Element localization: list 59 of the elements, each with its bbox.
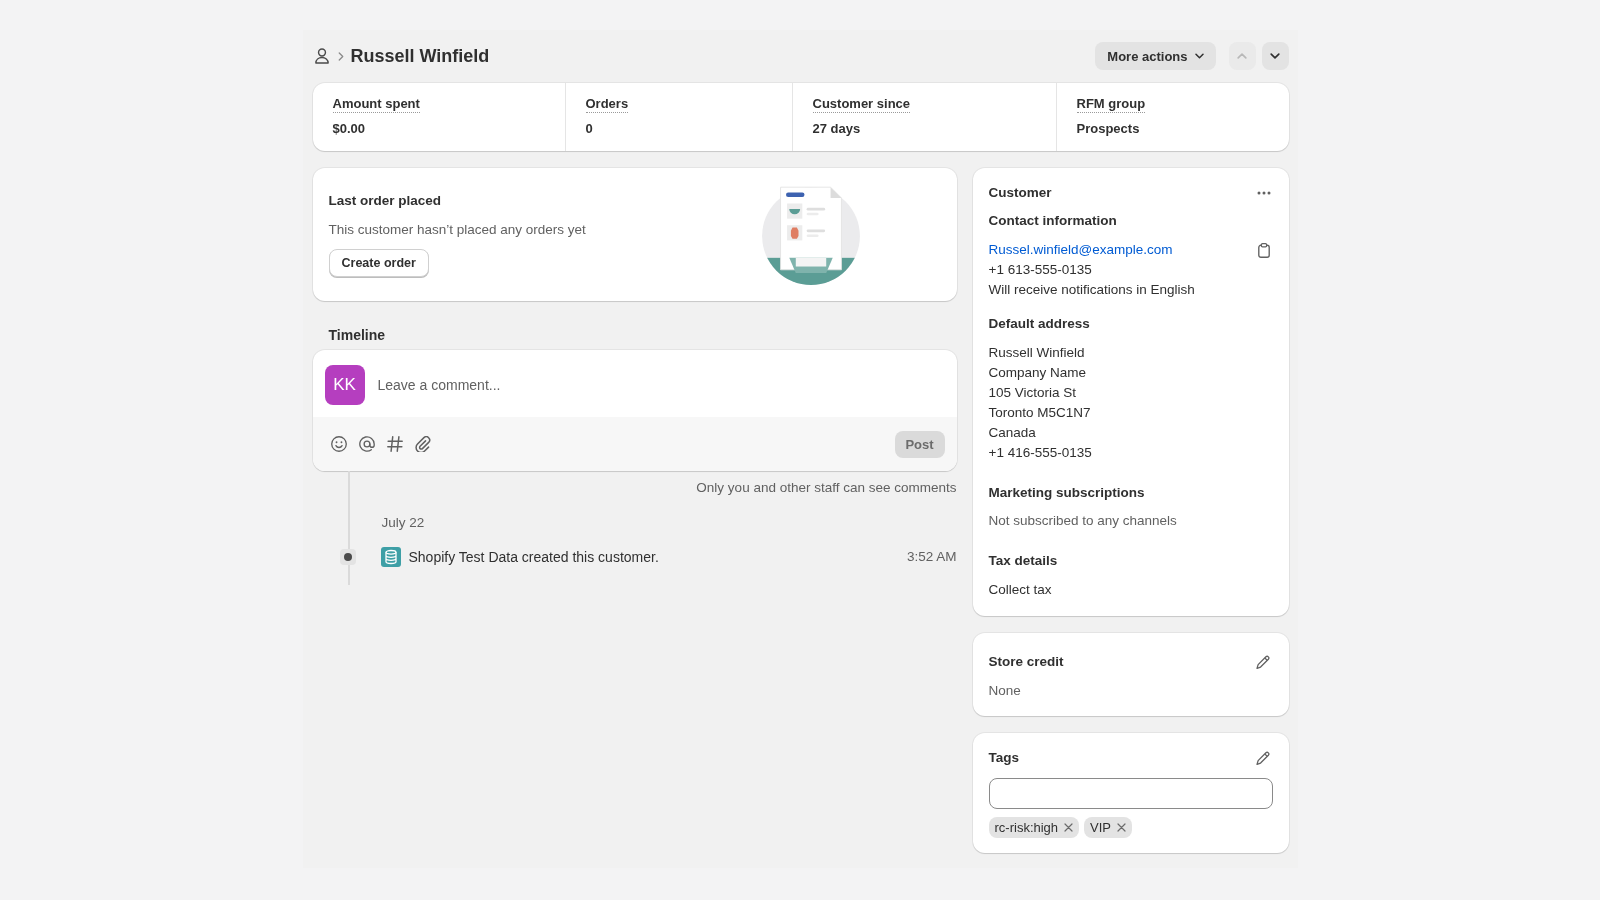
person-icon [314,48,329,64]
card-title: Customer [988,184,1052,202]
more-actions-button[interactable]: More actions [1095,42,1216,70]
next-button[interactable] [1261,42,1289,70]
stat-label: Customer since [812,95,911,113]
tag-label: rc-risk:high [994,819,1059,836]
close-icon[interactable] [1064,823,1074,832]
avatar: KK [324,365,365,405]
stat-label: RFM group [1076,95,1146,113]
card-title: Store credit [988,653,1064,671]
more-icon[interactable] [1256,191,1271,195]
empty-message: This customer hasn’t placed any orders yet [328,221,587,239]
comment-field[interactable]: Leave a comment... [377,375,945,395]
stat-value: $0.00 [332,120,367,138]
close-icon[interactable] [1117,823,1127,832]
section-heading: Tax details [988,552,1059,570]
tags-field[interactable] [988,778,1273,809]
pencil-icon[interactable] [1255,751,1270,765]
event-time: 3:52 AM [906,548,957,566]
tax-status: Collect tax [988,581,1053,599]
paperclip-icon[interactable] [414,436,431,452]
tag-label: VIP [1090,819,1112,836]
page-title: Russell Winfield [350,45,490,68]
marketing-status: Not subscribed to any channels [988,512,1178,530]
stat-value: 27 days [812,120,862,138]
address-line: Company Name [988,364,1088,382]
database-icon [380,547,401,567]
at-sign-icon[interactable] [358,436,375,452]
chevron-right-icon [337,51,344,61]
pencil-icon[interactable] [1255,655,1270,669]
section-title: Timeline [328,326,387,344]
stat-value: 0 [585,120,594,138]
event-text: Shopify Test Data created this customer. [408,548,659,567]
section-heading: Default address [988,315,1091,333]
notification-language: Will receive notifications in English [988,281,1196,299]
address-line: Toronto M5C1N7 [988,404,1092,422]
phone-number: +1 613-555-0135 [988,261,1093,279]
email-link[interactable]: Russel.winfield@example.com [988,240,1173,260]
address-line: Russell Winfield [988,344,1086,362]
stat-label: Amount spent [332,95,420,113]
chevron-up-icon [1237,53,1247,59]
address-line: 105 Victoria St [988,384,1078,402]
timeline-date: July 22 [381,514,426,532]
hashtag-icon[interactable] [386,436,403,452]
chevron-down-icon [1270,53,1280,59]
stat-label: Orders [585,95,629,113]
clipboard-icon[interactable] [1257,242,1270,258]
create-order-button[interactable]: Create order [328,249,429,277]
address-line: Canada [988,424,1037,442]
card-title: Last order placed [328,192,443,210]
section-heading: Contact information [988,212,1118,230]
store-credit-value: None [988,682,1022,700]
smiley-icon[interactable] [330,436,347,452]
stat-value: Prospects [1076,120,1141,138]
caret-icon [1194,53,1204,59]
section-heading: Marketing subscriptions [988,484,1146,502]
visibility-note: Only you and other staff can see comments [695,479,957,497]
card-title: Tags [988,749,1019,767]
address-line: +1 416-555-0135 [988,444,1093,462]
